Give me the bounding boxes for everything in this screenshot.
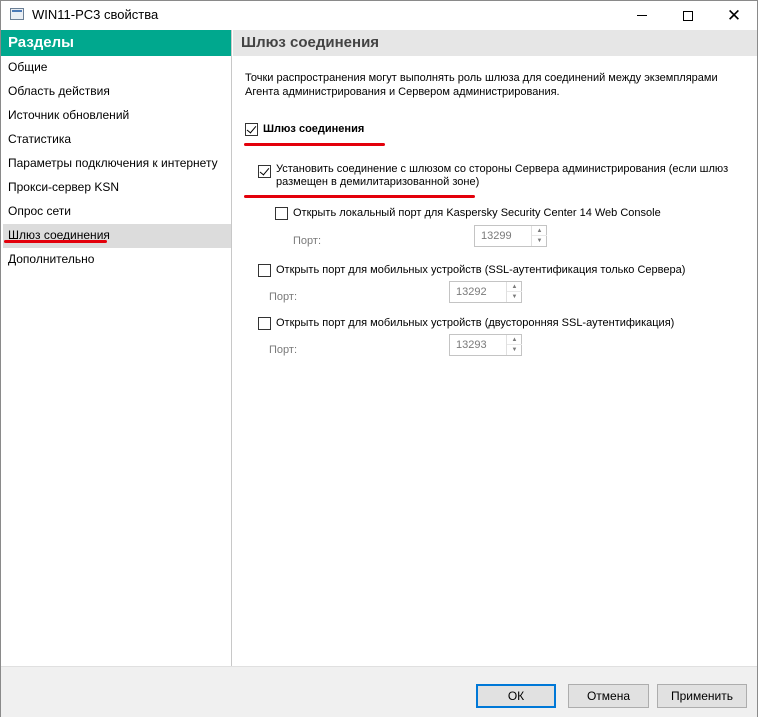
- web-console-port-label: Открыть локальный порт для Kaspersky Sec…: [293, 207, 661, 219]
- dmz-connection-checkbox[interactable]: Установить соединение с шлюзом со сторон…: [258, 163, 738, 189]
- mobile-ssl-server-spin-buttons: ▲ ▼: [506, 282, 522, 302]
- mobile-ssl-server-port-spinner[interactable]: 13292 ▲ ▼: [449, 281, 522, 303]
- dmz-connection-checkbox-label: Установить соединение с шлюзом со сторон…: [276, 163, 729, 188]
- mobile-ssl-mutual-port-field-label: Порт:: [269, 344, 297, 356]
- sidebar-item-ksn-proxy[interactable]: Прокси-сервер KSN: [1, 176, 231, 200]
- mobile-ssl-mutual-port-value[interactable]: 13293: [456, 339, 487, 351]
- annotation-underline-gateway: [244, 143, 385, 146]
- sidebar-item-scope[interactable]: Область действия: [1, 80, 231, 104]
- mobile-ssl-mutual-label: Открыть порт для мобильных устройств (дв…: [276, 317, 675, 329]
- spin-up-icon[interactable]: ▲: [507, 335, 522, 345]
- dialog-footer: ОК Отмена Применить: [1, 666, 757, 717]
- close-button[interactable]: ✕: [711, 1, 757, 30]
- content-header: Шлюз соединения: [233, 30, 757, 56]
- close-icon: ✕: [726, 6, 742, 25]
- mobile-ssl-server-checkbox[interactable]: Открыть порт для мобильных устройств (SS…: [258, 264, 685, 277]
- web-console-port-spin-buttons: ▲ ▼: [531, 226, 547, 246]
- window-title: WIN11-PC3 свойства: [32, 7, 159, 22]
- minimize-icon: [637, 15, 647, 16]
- mobile-ssl-mutual-port-spinner[interactable]: 13293 ▲ ▼: [449, 334, 522, 356]
- spin-up-icon[interactable]: ▲: [507, 282, 522, 292]
- web-console-port-value[interactable]: 13299: [481, 230, 512, 242]
- section-description: Точки распространения могут выполнять ро…: [245, 72, 718, 98]
- content-panel: Шлюз соединения Точки распространения мо…: [233, 30, 757, 666]
- cancel-button[interactable]: Отмена: [568, 684, 649, 708]
- sidebar-item-internet-connection[interactable]: Параметры подключения к интернету: [1, 152, 231, 176]
- gateway-checkbox-box[interactable]: [245, 123, 258, 136]
- web-console-port-checkbox-box[interactable]: [275, 207, 288, 220]
- sidebar-item-general[interactable]: Общие: [1, 56, 231, 80]
- sidebar-item-update-source[interactable]: Источник обновлений: [1, 104, 231, 128]
- spin-up-icon[interactable]: ▲: [532, 226, 547, 236]
- mobile-ssl-mutual-checkbox-box[interactable]: [258, 317, 271, 330]
- sections-sidebar: Разделы Общие Область действия Источник …: [1, 30, 232, 666]
- web-console-port-field-label: Порт:: [293, 235, 321, 247]
- maximize-icon: [683, 10, 693, 21]
- minimize-button[interactable]: [619, 1, 665, 30]
- gateway-checkbox[interactable]: Шлюз соединения: [245, 123, 364, 136]
- window-app-icon: [10, 8, 24, 20]
- sidebar-item-connection-gateway[interactable]: Шлюз соединения: [3, 224, 231, 248]
- annotation-underline-dmz: [244, 195, 475, 198]
- sidebar-item-statistics[interactable]: Статистика: [1, 128, 231, 152]
- mobile-ssl-server-checkbox-box[interactable]: [258, 264, 271, 277]
- gateway-checkbox-label: Шлюз соединения: [263, 123, 365, 135]
- dmz-connection-checkbox-box[interactable]: [258, 165, 271, 178]
- web-console-port-spinner[interactable]: 13299 ▲ ▼: [474, 225, 547, 247]
- spin-down-icon[interactable]: ▼: [532, 236, 547, 246]
- mobile-ssl-mutual-spin-buttons: ▲ ▼: [506, 335, 522, 355]
- mobile-ssl-mutual-checkbox[interactable]: Открыть порт для мобильных устройств (дв…: [258, 317, 674, 330]
- annotation-underline-sidebar: [4, 240, 107, 243]
- spin-down-icon[interactable]: ▼: [507, 345, 522, 355]
- properties-window: WIN11-PC3 свойства ✕ Разделы Общие Облас…: [0, 0, 758, 717]
- mobile-ssl-server-port-value[interactable]: 13292: [456, 286, 487, 298]
- sidebar-header: Разделы: [1, 30, 231, 56]
- sidebar-item-network-poll[interactable]: Опрос сети: [1, 200, 231, 224]
- apply-button[interactable]: Применить: [657, 684, 747, 708]
- title-bar: WIN11-PC3 свойства ✕: [1, 1, 757, 30]
- spin-down-icon[interactable]: ▼: [507, 292, 522, 302]
- mobile-ssl-server-port-field-label: Порт:: [269, 291, 297, 303]
- web-console-port-checkbox[interactable]: Открыть локальный порт для Kaspersky Sec…: [275, 207, 661, 220]
- sidebar-item-advanced[interactable]: Дополнительно: [1, 248, 231, 272]
- maximize-button[interactable]: [665, 1, 711, 30]
- mobile-ssl-server-label: Открыть порт для мобильных устройств (SS…: [276, 264, 686, 276]
- ok-button[interactable]: ОК: [476, 684, 556, 708]
